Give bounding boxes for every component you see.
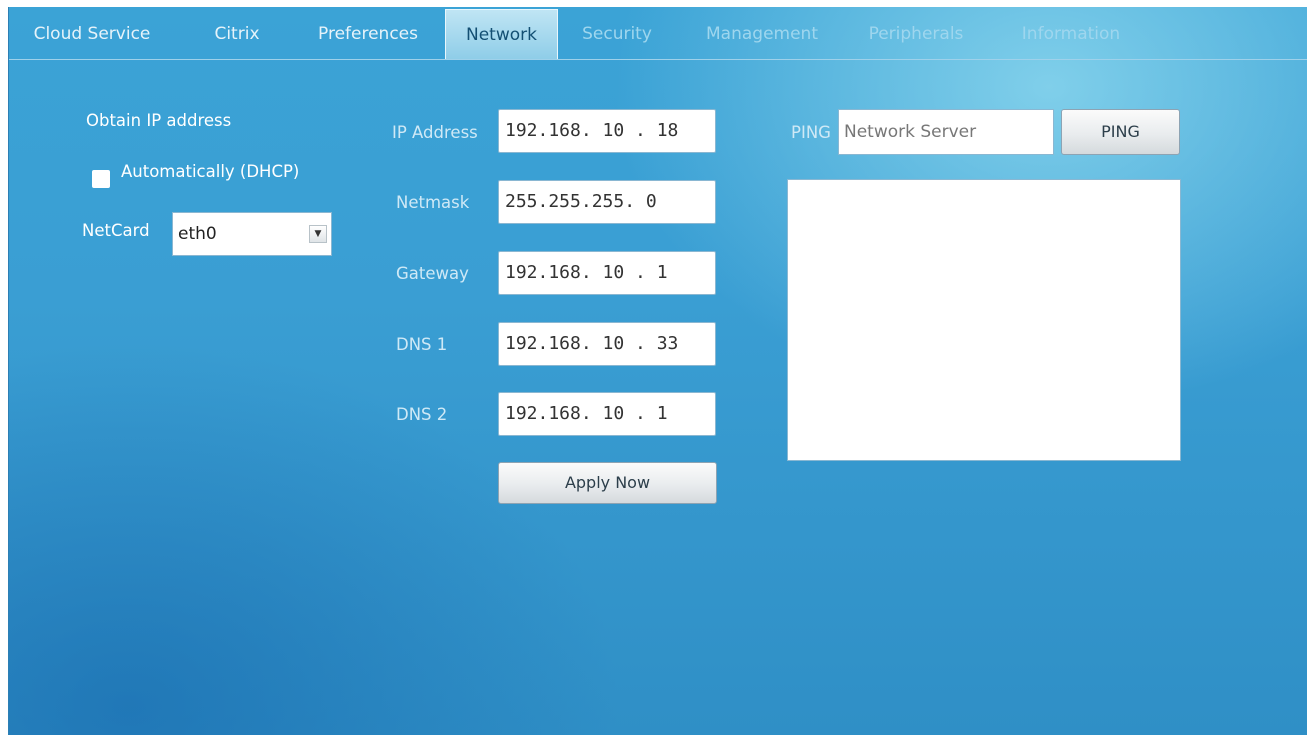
ip-address-label: IP Address (392, 123, 478, 142)
dns2-label: DNS 2 (396, 405, 448, 424)
dropdown-arrow-icon[interactable]: ▼ (309, 225, 327, 243)
dhcp-checkbox[interactable] (92, 170, 110, 188)
ping-output-area[interactable] (787, 179, 1181, 461)
dhcp-label: Automatically (DHCP) (121, 162, 300, 181)
apply-now-button[interactable]: Apply Now (498, 462, 717, 504)
tab-citrix[interactable]: Citrix (189, 7, 285, 59)
tab-peripherals[interactable]: Peripherals (850, 7, 982, 59)
tab-bar: Cloud Service Citrix Preferences Network… (9, 7, 1307, 60)
netcard-select[interactable]: eth0 ▼ (172, 212, 332, 256)
netmask-field[interactable]: 255.255.255. 0 (498, 180, 716, 224)
tab-preferences[interactable]: Preferences (295, 7, 441, 59)
gateway-label: Gateway (396, 264, 469, 283)
netmask-label: Netmask (396, 193, 470, 212)
netcard-value: eth0 (178, 224, 217, 244)
network-settings-window: Cloud Service Citrix Preferences Network… (8, 7, 1307, 735)
ping-server-input[interactable]: Network Server (838, 109, 1054, 155)
obtain-ip-heading: Obtain IP address (86, 111, 232, 130)
tab-network[interactable]: Network (445, 9, 558, 59)
tab-cloud-service[interactable]: Cloud Service (9, 7, 175, 59)
ping-button[interactable]: PING (1061, 109, 1180, 155)
tab-security[interactable]: Security (562, 7, 672, 59)
dns1-field[interactable]: 192.168. 10 . 33 (498, 322, 716, 366)
gateway-field[interactable]: 192.168. 10 . 1 (498, 251, 716, 295)
tab-information[interactable]: Information (1005, 7, 1137, 59)
dns2-field[interactable]: 192.168. 10 . 1 (498, 392, 716, 436)
ping-label: PING (791, 123, 831, 142)
tab-management[interactable]: Management (692, 7, 832, 59)
netcard-label: NetCard (82, 221, 150, 240)
ip-address-field[interactable]: 192.168. 10 . 18 (498, 109, 716, 153)
dns1-label: DNS 1 (396, 335, 448, 354)
